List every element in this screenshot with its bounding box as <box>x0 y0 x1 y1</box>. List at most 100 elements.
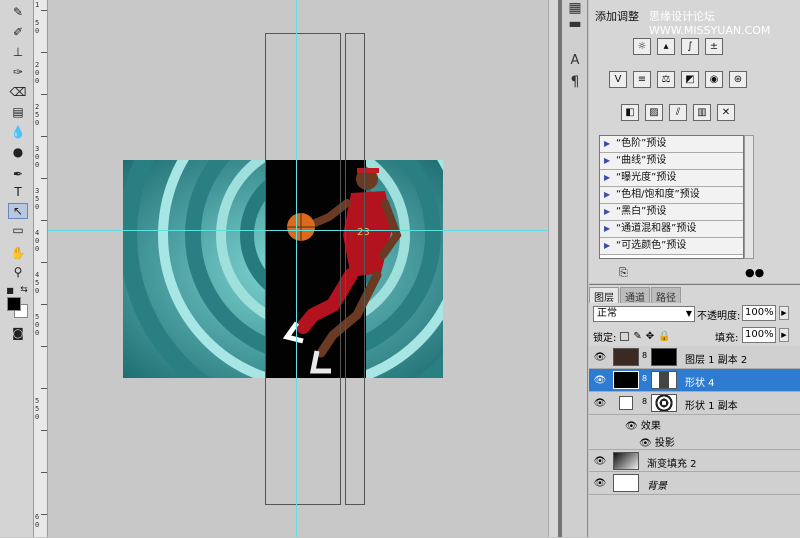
blur-tool-icon[interactable]: 💧 <box>8 124 28 140</box>
preset-item[interactable]: ▶ “曲线”预设 <box>600 153 743 170</box>
hue-saturation-icon[interactable]: ≡ <box>633 71 651 88</box>
adjustment-presets-list: ▶ “色阶”预设 ▶ “曲线”预设 ▶ “曝光度”预设 ▶ “色相/饱和度”预设 ▶ “黑… <box>599 135 744 259</box>
blend-mode-select[interactable]: 正常 ▼ <box>593 306 695 322</box>
ruler-label: 5 <box>35 313 40 321</box>
expand-triangle-icon: ▶ <box>604 224 611 233</box>
vertical-guide[interactable] <box>296 0 297 537</box>
dodge-tool-icon[interactable]: ● <box>8 144 28 160</box>
posterize-icon[interactable]: ▨ <box>645 104 663 121</box>
healing-brush-tool-icon[interactable]: ✎ <box>8 4 28 20</box>
threshold-icon[interactable]: ⫽ <box>669 104 687 121</box>
effects-row[interactable]: 👁 效果 <box>625 417 661 432</box>
ruler-label: 4 <box>35 271 40 279</box>
clip-icon[interactable]: ●● <box>745 266 764 279</box>
preset-item[interactable]: ▶ “色相/饱和度”预设 <box>600 187 743 204</box>
preset-item[interactable]: ▶ “色阶”预设 <box>600 136 743 153</box>
photo-filter-icon[interactable]: ◉ <box>705 71 723 88</box>
black-white-icon[interactable]: ◩ <box>681 71 699 88</box>
ruler-label: 5 <box>35 111 40 119</box>
ruler-label: 5 <box>35 195 40 203</box>
visibility-eye-icon[interactable]: 👁 <box>639 438 655 449</box>
swap-colors-icon[interactable]: ⇆ <box>18 282 30 298</box>
preset-item[interactable]: ▶ “曝光度”预设 <box>600 170 743 187</box>
history-brush-tool-icon[interactable]: ✑ <box>8 64 28 80</box>
zoom-tool-icon[interactable]: ⚲ <box>8 264 28 280</box>
default-colors-icon[interactable]: ■ <box>4 282 16 298</box>
history-icon[interactable]: ▦ <box>566 0 584 16</box>
type-tool-icon[interactable]: T <box>8 184 28 200</box>
layer-thumbnail <box>613 371 639 389</box>
link-icon: 8 <box>642 397 648 406</box>
fill-slider-button[interactable]: ▶ <box>779 328 789 342</box>
shape-path-outline <box>265 33 341 505</box>
horizontal-guide[interactable] <box>48 230 548 231</box>
return-icon[interactable]: ⎘ <box>619 266 628 280</box>
lock-position-icon[interactable]: ✥ <box>646 331 654 342</box>
clone-stamp-tool-icon[interactable]: ⊥ <box>8 44 28 60</box>
layer-row[interactable]: 👁 渐变填充 2 <box>589 449 800 472</box>
collapsed-panel-dock: ▦ ▬ A ¶ <box>562 0 588 537</box>
layer-thumbnail <box>613 452 639 470</box>
channel-mixer-icon[interactable]: ⊛ <box>729 71 747 88</box>
opacity-slider-button[interactable]: ▶ <box>779 306 789 320</box>
visibility-eye-icon[interactable]: 👁 <box>593 396 607 410</box>
invert-icon[interactable]: ◧ <box>621 104 639 121</box>
canvas-scrollbar[interactable] <box>548 0 558 537</box>
document-canvas[interactable]: 23 <box>48 0 548 537</box>
brightness-contrast-icon[interactable]: ☼ <box>633 38 651 55</box>
adjustments-title: 添加调整 <box>595 10 639 23</box>
ruler-label: 0 <box>35 521 40 529</box>
layer-row[interactable]: 👁 8 形状 4 <box>589 369 800 392</box>
visibility-eye-icon[interactable]: 👁 <box>593 454 607 468</box>
actions-icon[interactable]: ▬ <box>566 16 584 32</box>
rectangle-tool-icon[interactable]: ▭ <box>8 222 28 238</box>
gradient-tool-icon[interactable]: ▤ <box>8 104 28 120</box>
layer-row[interactable]: 👁 8 图层 1 副本 2 <box>589 346 800 369</box>
link-icon: 8 <box>642 351 648 360</box>
ruler-label: 0 <box>35 245 40 253</box>
character-icon[interactable]: A <box>566 52 584 68</box>
vibrance-icon[interactable]: V <box>609 71 627 88</box>
visibility-eye-icon[interactable]: 👁 <box>625 421 641 432</box>
drop-shadow-row[interactable]: 👁 投影 <box>639 434 675 449</box>
paragraph-icon[interactable]: ¶ <box>566 74 584 90</box>
tab-layers[interactable]: 图层 <box>589 287 619 304</box>
tools-panel: ✎ ✐ ⊥ ✑ ⌫ ▤ 💧 ● ✒ T ↖ ▭ ✋ ⚲ ■ ⇆ ◙ <box>0 0 34 537</box>
quick-mask-icon[interactable]: ◙ <box>8 325 28 341</box>
path-selection-tool-icon[interactable]: ↖ <box>8 203 28 219</box>
tab-paths[interactable]: 路径 <box>651 287 681 304</box>
vector-mask-thumbnail <box>651 371 677 389</box>
curves-icon[interactable]: ∫ <box>681 38 699 55</box>
preset-item[interactable]: ▶ “可选颜色”预设 <box>600 238 743 255</box>
lock-pixels-icon[interactable]: ✎ <box>633 331 641 342</box>
levels-icon[interactable]: ▴ <box>657 38 675 55</box>
tab-channels[interactable]: 通道 <box>620 287 650 304</box>
hand-tool-icon[interactable]: ✋ <box>8 245 28 261</box>
layer-name: 形状 1 副本 <box>685 401 738 412</box>
exposure-icon[interactable]: ± <box>705 38 723 55</box>
ruler-label: 0 <box>35 153 40 161</box>
fill-input[interactable]: 100% <box>742 327 776 343</box>
ruler-label: 6 <box>35 513 40 521</box>
visibility-eye-icon[interactable]: 👁 <box>593 476 607 490</box>
preset-item[interactable]: ▶ “黑白”预设 <box>600 204 743 221</box>
layer-row[interactable]: 👁 8 形状 1 副本 <box>589 392 800 415</box>
color-balance-icon[interactable]: ⚖ <box>657 71 675 88</box>
preset-item[interactable]: ▶ “通道混和器”预设 <box>600 221 743 238</box>
gradient-map-icon[interactable]: ▥ <box>693 104 711 121</box>
ruler-label: 0 <box>35 237 40 245</box>
selective-color-icon[interactable]: ✕ <box>717 104 735 121</box>
lock-all-icon[interactable]: 🔒 <box>658 331 670 342</box>
presets-scrollbar[interactable] <box>744 135 754 259</box>
layer-row[interactable]: 👁 背景 <box>589 472 800 495</box>
ruler-label: 5 <box>35 405 40 413</box>
ruler-label: 2 <box>35 61 40 69</box>
eraser-tool-icon[interactable]: ⌫ <box>8 84 28 100</box>
pen-tool-icon[interactable]: ✒ <box>8 166 28 182</box>
visibility-eye-icon[interactable]: 👁 <box>593 373 607 387</box>
visibility-eye-icon[interactable]: 👁 <box>593 350 607 364</box>
foreground-color-swatch[interactable] <box>7 297 21 311</box>
lock-transparent-icon[interactable] <box>620 332 630 341</box>
opacity-input[interactable]: 100% <box>742 305 776 321</box>
brush-tool-icon[interactable]: ✐ <box>8 24 28 40</box>
